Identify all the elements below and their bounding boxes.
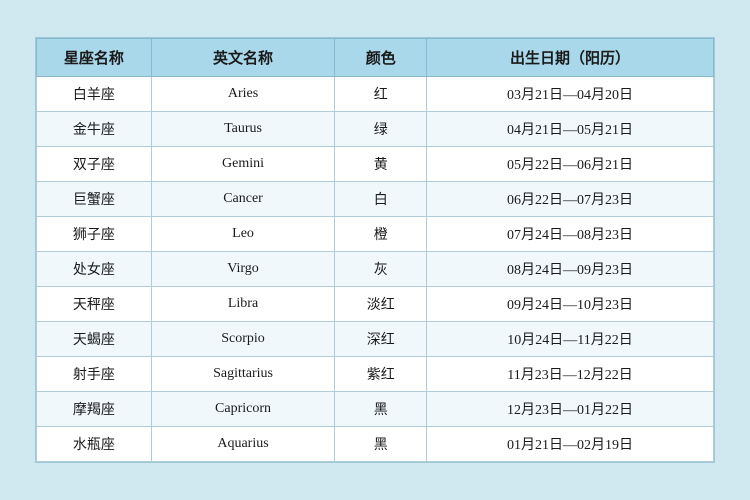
cell-color: 淡红 (335, 287, 427, 322)
table-row: 巨蟹座Cancer白06月22日—07月23日 (37, 182, 714, 217)
cell-english: Aries (151, 77, 335, 112)
cell-english: Leo (151, 217, 335, 252)
cell-date: 11月23日—12月22日 (427, 357, 714, 392)
cell-date: 04月21日—05月21日 (427, 112, 714, 147)
cell-english: Scorpio (151, 322, 335, 357)
table-row: 天蝎座Scorpio深红10月24日—11月22日 (37, 322, 714, 357)
header-english: 英文名称 (151, 39, 335, 77)
cell-color: 黄 (335, 147, 427, 182)
cell-color: 黑 (335, 392, 427, 427)
cell-chinese: 白羊座 (37, 77, 152, 112)
cell-color: 橙 (335, 217, 427, 252)
cell-chinese: 天蝎座 (37, 322, 152, 357)
cell-date: 10月24日—11月22日 (427, 322, 714, 357)
cell-date: 08月24日—09月23日 (427, 252, 714, 287)
table-row: 摩羯座Capricorn黑12月23日—01月22日 (37, 392, 714, 427)
cell-chinese: 天秤座 (37, 287, 152, 322)
table-row: 射手座Sagittarius紫红11月23日—12月22日 (37, 357, 714, 392)
table-row: 金牛座Taurus绿04月21日—05月21日 (37, 112, 714, 147)
table-row: 狮子座Leo橙07月24日—08月23日 (37, 217, 714, 252)
cell-color: 深红 (335, 322, 427, 357)
cell-color: 紫红 (335, 357, 427, 392)
header-date: 出生日期（阳历） (427, 39, 714, 77)
cell-date: 06月22日—07月23日 (427, 182, 714, 217)
cell-english: Sagittarius (151, 357, 335, 392)
cell-chinese: 处女座 (37, 252, 152, 287)
table-row: 处女座Virgo灰08月24日—09月23日 (37, 252, 714, 287)
cell-color: 灰 (335, 252, 427, 287)
cell-english: Virgo (151, 252, 335, 287)
cell-date: 07月24日—08月23日 (427, 217, 714, 252)
cell-english: Taurus (151, 112, 335, 147)
cell-chinese: 巨蟹座 (37, 182, 152, 217)
table-row: 水瓶座Aquarius黑01月21日—02月19日 (37, 427, 714, 462)
zodiac-table: 星座名称 英文名称 颜色 出生日期（阳历） 白羊座Aries红03月21日—04… (36, 38, 714, 462)
table-row: 白羊座Aries红03月21日—04月20日 (37, 77, 714, 112)
table-header-row: 星座名称 英文名称 颜色 出生日期（阳历） (37, 39, 714, 77)
cell-chinese: 摩羯座 (37, 392, 152, 427)
cell-chinese: 水瓶座 (37, 427, 152, 462)
table-row: 天秤座Libra淡红09月24日—10月23日 (37, 287, 714, 322)
cell-chinese: 双子座 (37, 147, 152, 182)
zodiac-table-container: 星座名称 英文名称 颜色 出生日期（阳历） 白羊座Aries红03月21日—04… (35, 37, 715, 463)
cell-english: Libra (151, 287, 335, 322)
cell-color: 绿 (335, 112, 427, 147)
cell-english: Cancer (151, 182, 335, 217)
header-chinese: 星座名称 (37, 39, 152, 77)
cell-color: 白 (335, 182, 427, 217)
cell-chinese: 金牛座 (37, 112, 152, 147)
cell-date: 03月21日—04月20日 (427, 77, 714, 112)
cell-english: Gemini (151, 147, 335, 182)
cell-color: 红 (335, 77, 427, 112)
cell-date: 09月24日—10月23日 (427, 287, 714, 322)
cell-chinese: 狮子座 (37, 217, 152, 252)
cell-date: 12月23日—01月22日 (427, 392, 714, 427)
table-row: 双子座Gemini黄05月22日—06月21日 (37, 147, 714, 182)
cell-date: 01月21日—02月19日 (427, 427, 714, 462)
cell-english: Aquarius (151, 427, 335, 462)
cell-english: Capricorn (151, 392, 335, 427)
header-color: 颜色 (335, 39, 427, 77)
cell-chinese: 射手座 (37, 357, 152, 392)
cell-color: 黑 (335, 427, 427, 462)
cell-date: 05月22日—06月21日 (427, 147, 714, 182)
